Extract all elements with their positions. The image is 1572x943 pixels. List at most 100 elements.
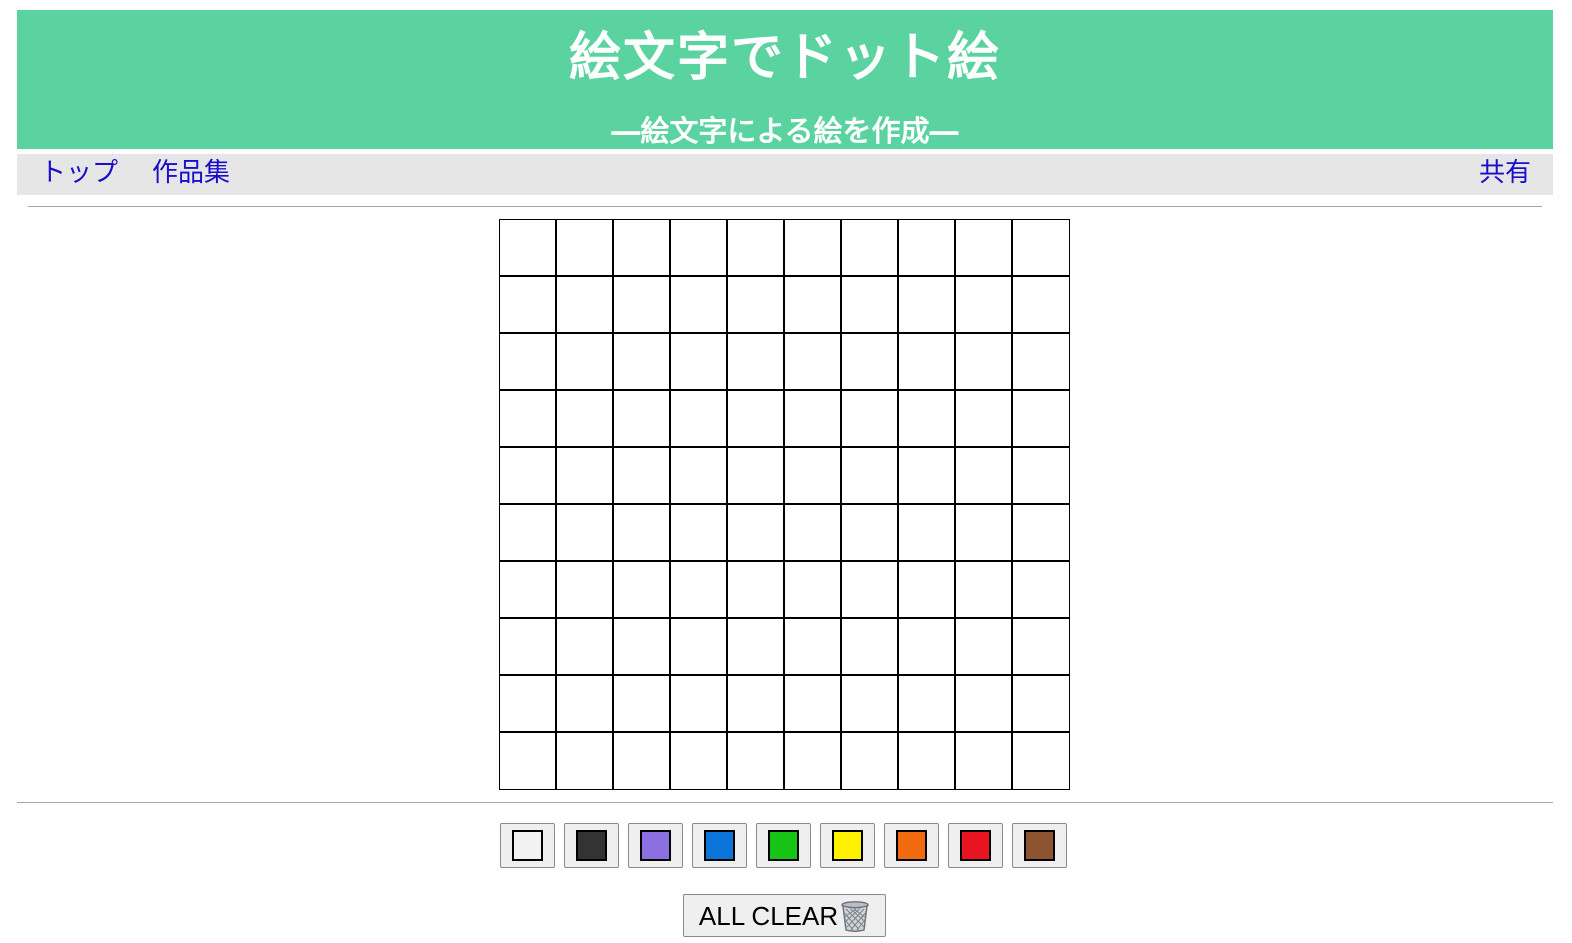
grid-cell[interactable]: [842, 733, 899, 790]
grid-cell[interactable]: [1013, 619, 1070, 676]
grid-cell[interactable]: [1013, 733, 1070, 790]
color-swatch-blue[interactable]: [692, 823, 747, 868]
grid-cell[interactable]: [557, 391, 614, 448]
grid-cell[interactable]: [728, 448, 785, 505]
grid-cell[interactable]: [1013, 676, 1070, 733]
grid-cell[interactable]: [956, 676, 1013, 733]
nav-link-share[interactable]: 共有: [1479, 154, 1531, 192]
grid-cell[interactable]: [500, 505, 557, 562]
grid-cell[interactable]: [500, 448, 557, 505]
grid-cell[interactable]: [1013, 562, 1070, 619]
grid-cell[interactable]: [728, 334, 785, 391]
grid-cell[interactable]: [557, 562, 614, 619]
grid-cell[interactable]: [1013, 220, 1070, 277]
grid-cell[interactable]: [956, 619, 1013, 676]
grid-cell[interactable]: [728, 220, 785, 277]
grid-cell[interactable]: [614, 334, 671, 391]
grid-cell[interactable]: [785, 448, 842, 505]
grid-cell[interactable]: [899, 619, 956, 676]
grid-cell[interactable]: [728, 733, 785, 790]
grid-cell[interactable]: [956, 562, 1013, 619]
color-swatch-orange[interactable]: [884, 823, 939, 868]
grid-cell[interactable]: [899, 220, 956, 277]
grid-cell[interactable]: [500, 334, 557, 391]
color-swatch-yellow[interactable]: [820, 823, 875, 868]
grid-cell[interactable]: [785, 277, 842, 334]
grid-cell[interactable]: [500, 676, 557, 733]
grid-cell[interactable]: [671, 448, 728, 505]
grid-cell[interactable]: [728, 277, 785, 334]
grid-cell[interactable]: [557, 619, 614, 676]
grid-cell[interactable]: [500, 391, 557, 448]
grid-cell[interactable]: [899, 562, 956, 619]
grid-cell[interactable]: [956, 277, 1013, 334]
nav-link-works[interactable]: 作品集: [152, 154, 230, 192]
grid-cell[interactable]: [785, 733, 842, 790]
grid-cell[interactable]: [785, 676, 842, 733]
grid-cell[interactable]: [785, 505, 842, 562]
grid-cell[interactable]: [842, 391, 899, 448]
grid-cell[interactable]: [785, 619, 842, 676]
grid-cell[interactable]: [614, 277, 671, 334]
grid-cell[interactable]: [728, 391, 785, 448]
grid-cell[interactable]: [728, 676, 785, 733]
grid-cell[interactable]: [899, 505, 956, 562]
color-swatch-purple[interactable]: [628, 823, 683, 868]
grid-cell[interactable]: [671, 676, 728, 733]
grid-cell[interactable]: [557, 334, 614, 391]
grid-cell[interactable]: [557, 448, 614, 505]
grid-cell[interactable]: [671, 619, 728, 676]
grid-cell[interactable]: [956, 220, 1013, 277]
grid-cell[interactable]: [1013, 391, 1070, 448]
color-swatch-red[interactable]: [948, 823, 1003, 868]
grid-cell[interactable]: [956, 391, 1013, 448]
grid-cell[interactable]: [785, 334, 842, 391]
grid-cell[interactable]: [557, 733, 614, 790]
grid-cell[interactable]: [899, 391, 956, 448]
grid-cell[interactable]: [842, 220, 899, 277]
grid-cell[interactable]: [500, 277, 557, 334]
grid-cell[interactable]: [956, 334, 1013, 391]
grid-cell[interactable]: [671, 562, 728, 619]
grid-cell[interactable]: [671, 733, 728, 790]
grid-cell[interactable]: [785, 562, 842, 619]
color-swatch-white[interactable]: [500, 823, 555, 868]
grid-cell[interactable]: [785, 220, 842, 277]
grid-cell[interactable]: [956, 448, 1013, 505]
grid-cell[interactable]: [614, 676, 671, 733]
grid-cell[interactable]: [728, 505, 785, 562]
nav-link-top[interactable]: トップ: [40, 154, 118, 192]
grid-cell[interactable]: [614, 619, 671, 676]
grid-cell[interactable]: [557, 505, 614, 562]
grid-cell[interactable]: [671, 277, 728, 334]
grid-cell[interactable]: [842, 334, 899, 391]
grid-cell[interactable]: [899, 733, 956, 790]
grid-cell[interactable]: [614, 562, 671, 619]
grid-cell[interactable]: [728, 562, 785, 619]
grid-cell[interactable]: [1013, 334, 1070, 391]
grid-cell[interactable]: [956, 733, 1013, 790]
grid-cell[interactable]: [1013, 505, 1070, 562]
grid-cell[interactable]: [956, 505, 1013, 562]
grid-cell[interactable]: [671, 220, 728, 277]
grid-cell[interactable]: [899, 277, 956, 334]
grid-cell[interactable]: [899, 448, 956, 505]
grid-cell[interactable]: [842, 619, 899, 676]
grid-cell[interactable]: [614, 448, 671, 505]
grid-cell[interactable]: [557, 676, 614, 733]
grid-cell[interactable]: [671, 505, 728, 562]
grid-cell[interactable]: [899, 676, 956, 733]
grid-cell[interactable]: [1013, 448, 1070, 505]
grid-cell[interactable]: [500, 733, 557, 790]
grid-cell[interactable]: [842, 277, 899, 334]
grid-cell[interactable]: [842, 448, 899, 505]
grid-cell[interactable]: [842, 562, 899, 619]
grid-cell[interactable]: [500, 220, 557, 277]
color-swatch-black[interactable]: [564, 823, 619, 868]
color-swatch-brown[interactable]: [1012, 823, 1067, 868]
color-swatch-green[interactable]: [756, 823, 811, 868]
grid-cell[interactable]: [728, 619, 785, 676]
grid-cell[interactable]: [614, 220, 671, 277]
grid-cell[interactable]: [785, 391, 842, 448]
grid-cell[interactable]: [500, 619, 557, 676]
